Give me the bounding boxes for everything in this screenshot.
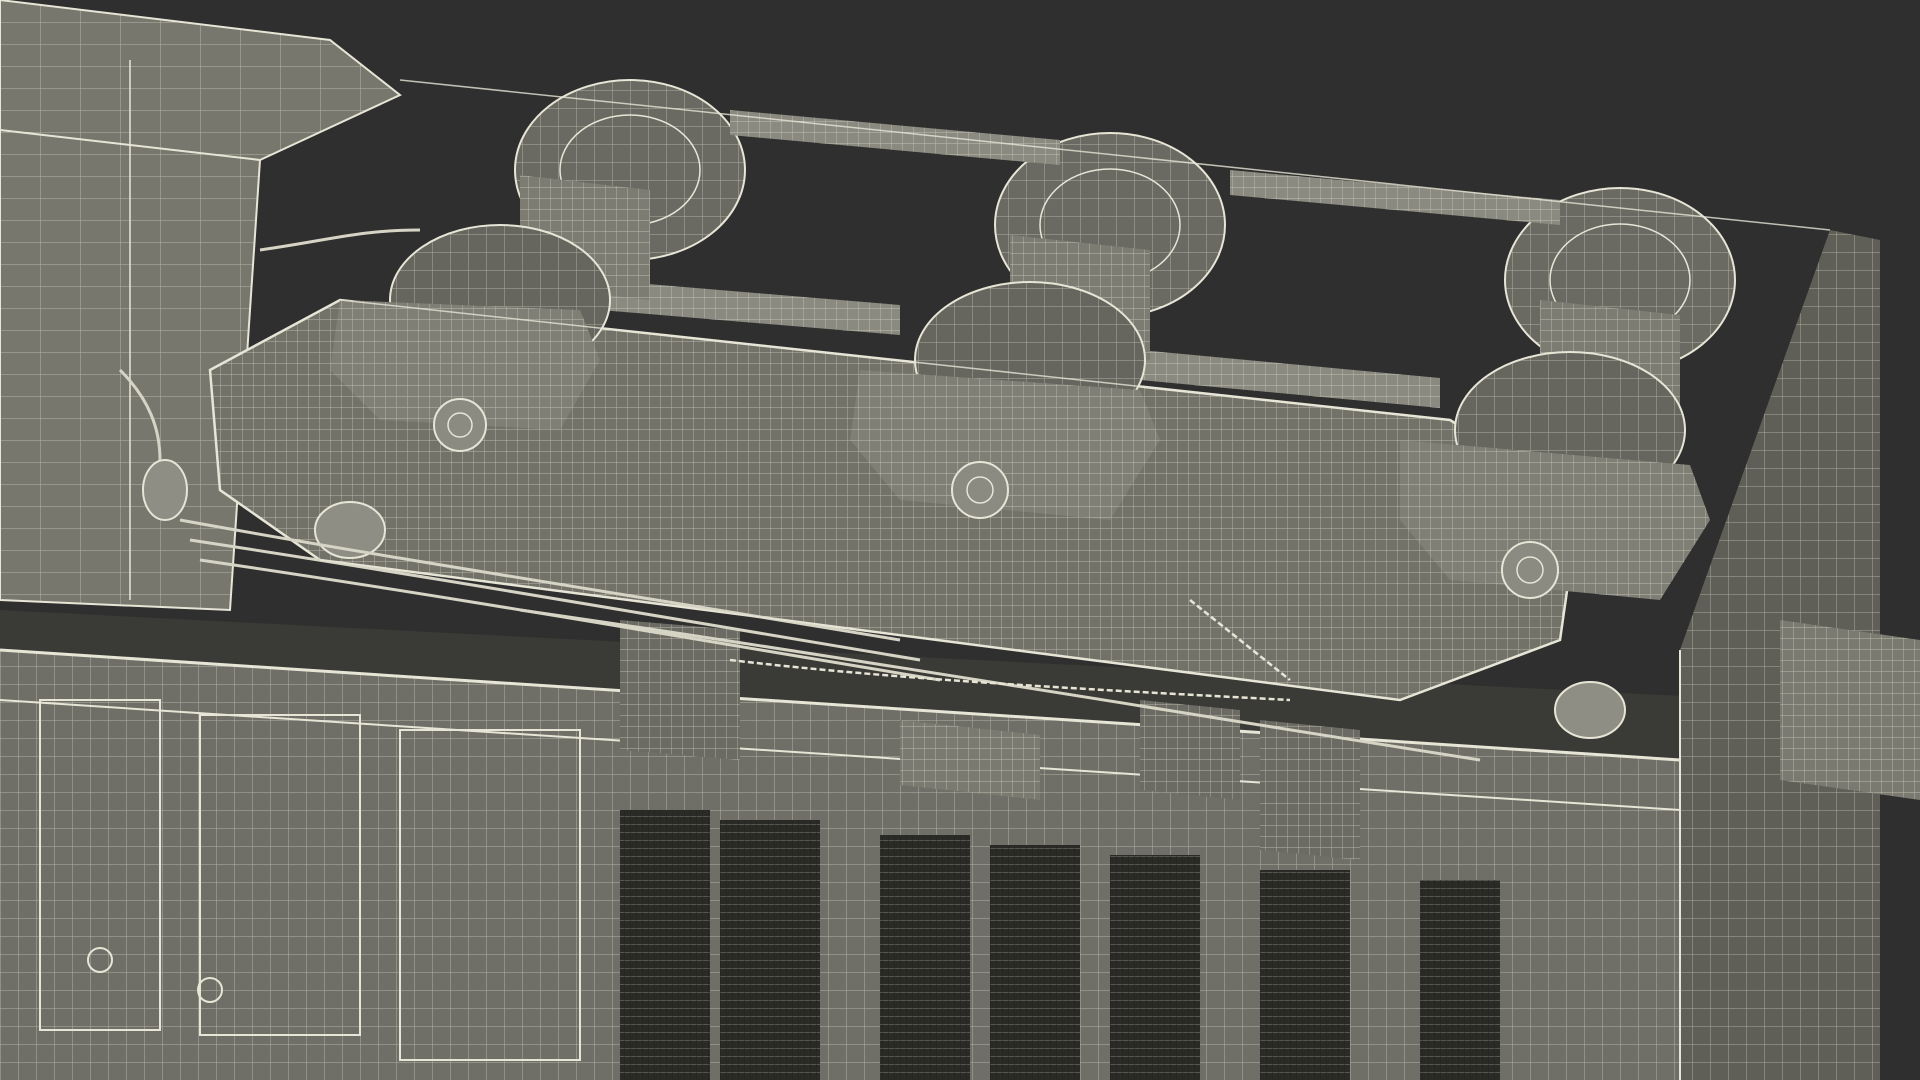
- wireframe-scene: [0, 0, 1920, 1080]
- render-viewport: [0, 0, 1920, 1080]
